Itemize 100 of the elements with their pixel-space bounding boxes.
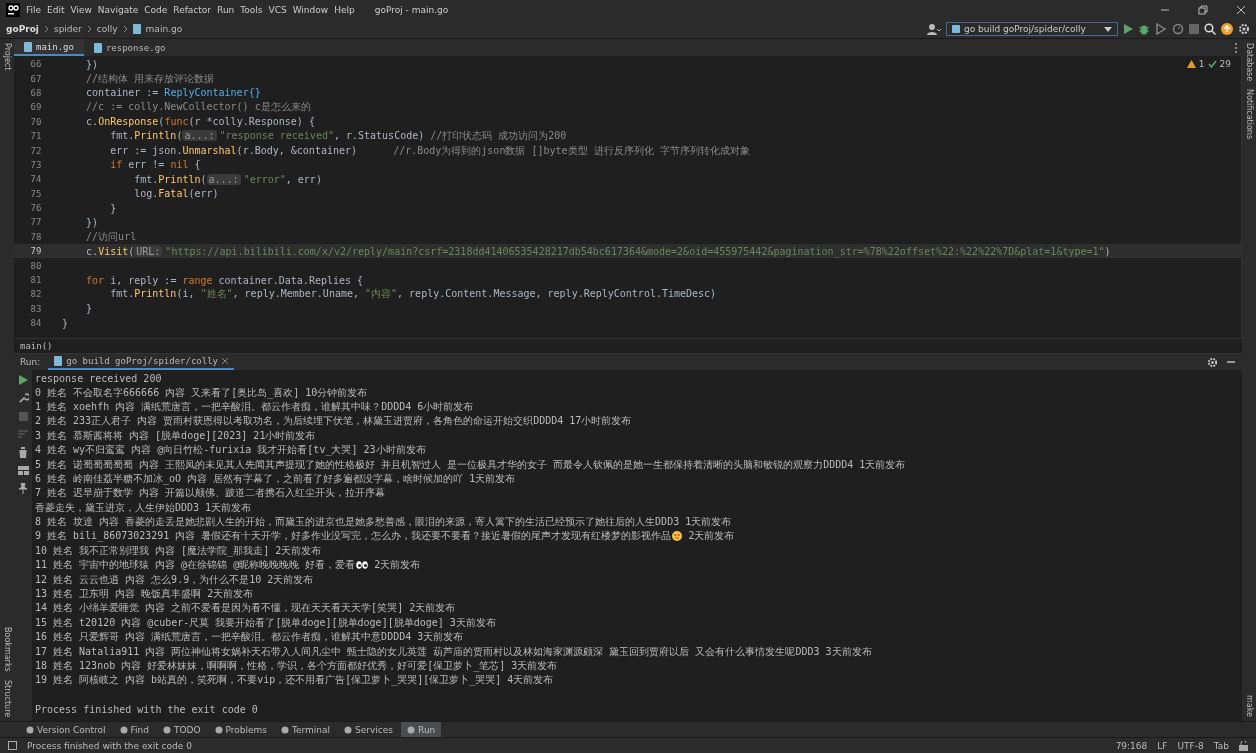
chevron-icon — [122, 25, 128, 33]
code-line: log.Fatal(err) — [133, 188, 219, 200]
tool-icon — [281, 725, 290, 734]
rerun-icon[interactable] — [18, 375, 28, 385]
menu-item[interactable]: Edit — [47, 5, 65, 15]
play-outline-icon[interactable] — [1155, 23, 1167, 35]
check-count[interactable]: 29 — [1219, 59, 1231, 69]
breadcrumb-item[interactable]: spider — [53, 24, 82, 34]
tool-window-button[interactable]: Notifications — [1244, 89, 1254, 140]
console-line: 17 姓名 Natalia911 内容 两位神仙将女娲补天石带入人间凡尘中 甄士隐的女儿英莲 葫芦庙的贾雨村以及林如海家渊源颇深 黛玉回到贾府以后 又会有什么事情发生呢DDD3 3天前发布 — [35, 644, 872, 659]
menu-item[interactable]: Navigate — [97, 5, 139, 15]
console-line: 15 姓名 t20120 内容 @cuber-尺莫 我要开始看了[脱单doge][脱单doge][脱单doge] 3天前发布 — [35, 615, 496, 630]
code-line: }) — [85, 217, 99, 228]
caret-position[interactable]: 79:168 — [1115, 740, 1148, 751]
tool-window-tab[interactable]: Find — [113, 722, 155, 737]
console-line: 6 姓名 岭南佳荔半糖不加冰_oO 内容 居然有字幕了，之前看了好多遍都没字幕，啥时候加的吖 1天前发布 — [35, 471, 516, 486]
editor-tab[interactable]: main.go — [14, 39, 84, 56]
line-number: 79 — [29, 246, 43, 257]
window-title: goProj - main.go — [374, 5, 449, 15]
code-line: } — [61, 317, 69, 329]
wrench-icon[interactable] — [17, 393, 29, 404]
menu-item[interactable]: File — [26, 5, 42, 15]
pin-icon[interactable] — [18, 483, 28, 494]
warning-icon[interactable] — [1186, 60, 1196, 68]
tool-icon — [26, 725, 34, 734]
indent-setting[interactable]: Tab — [1213, 740, 1229, 751]
console-line: 3 姓名 慕斯酱将将 内容 [脱单doge][2023] 21小时前发布 — [35, 428, 316, 443]
menu-item[interactable]: Help — [334, 5, 355, 15]
tool-window-tab[interactable]: Services — [338, 722, 400, 737]
menu-item[interactable]: Run — [217, 5, 235, 15]
menu-item[interactable]: VCS — [268, 5, 287, 15]
line-separator[interactable]: LF — [1157, 740, 1168, 751]
trash-icon[interactable] — [18, 447, 28, 458]
menu-item[interactable]: Refactor — [173, 5, 212, 15]
console-line: 13 姓名 卫东明 内容 晚饭真丰盛啊 2天前发布 — [35, 587, 254, 602]
tool-window-button[interactable]: Structure — [2, 679, 12, 717]
layout-icon[interactable] — [17, 466, 29, 475]
breadcrumb-item[interactable]: colly — [96, 24, 118, 34]
search-icon[interactable] — [1204, 23, 1216, 35]
console-line: 10 姓名 我不正常别理我 内容 [魔法学院_那我走] 2天前发布 — [35, 543, 322, 558]
more-icon[interactable] — [1234, 41, 1238, 54]
build-configuration-tab[interactable]: go build goProj/spider/colly — [48, 354, 234, 370]
close-icon[interactable] — [1236, 5, 1246, 15]
menu-item[interactable]: Window — [292, 5, 329, 15]
clock-icon[interactable] — [1172, 23, 1184, 35]
function-breadcrumb[interactable]: main() — [20, 341, 53, 351]
warning-count[interactable]: 1 — [1198, 59, 1205, 69]
menu-item[interactable]: View — [70, 5, 92, 15]
tool-window-tab[interactable]: Version Control — [20, 722, 112, 737]
tool-window-tab[interactable]: Run — [401, 722, 442, 737]
line-number: 76 — [29, 203, 43, 214]
lock-icon[interactable] — [1239, 740, 1248, 751]
close-icon[interactable] — [222, 358, 228, 364]
line-number: 66 — [29, 59, 43, 70]
check-icon[interactable] — [1207, 60, 1217, 68]
console-line: 16 姓名 只爱辉哥 内容 满纸荒唐言，一把辛酸泪。都云作者痴，谁解其中意DDDD4 3天前发布 — [35, 630, 464, 645]
console-line: 12 姓名 云云也逍 内容 怎么9.9，为什么不是10 2天前发布 — [35, 572, 314, 587]
line-number: 73 — [29, 159, 43, 170]
code-line: //结构体 用来存放评论数据 — [85, 71, 215, 86]
line-number: 68 — [29, 87, 43, 98]
bug-icon[interactable] — [1138, 23, 1150, 35]
menu-item[interactable]: Code — [144, 5, 168, 15]
console-line: 9 姓名 bili_86073023291 内容 暑假还有十天开学，好多作业没写完，怎么办，我还要不要看？接近暑假的尾声才发现有红楼梦的影视作品 — [35, 529, 672, 544]
tool-window-button[interactable]: make — [1244, 695, 1254, 717]
console-line: 2 姓名 233正人君子 内容 贾雨村获恩得以考取功名，为后续埋下伏笔，林黛玉进贾府，各角色的命运开始交织DDDD4 17小时前发布 — [35, 414, 632, 429]
code-line: if err != nil { — [109, 159, 201, 171]
line-number: 74 — [29, 174, 43, 185]
code-line: for i, reply := range container.Data.Replies { — [85, 274, 364, 286]
settings-icon[interactable] — [1207, 356, 1218, 368]
line-number: 70 — [29, 116, 43, 127]
run-icon[interactable] — [1123, 24, 1133, 34]
code-line: } — [85, 303, 93, 315]
tool-window-tab[interactable]: Terminal — [275, 722, 337, 737]
panel-toggle-icon[interactable] — [8, 741, 17, 750]
update-icon[interactable] — [1221, 23, 1233, 35]
code-line: //访问url — [85, 229, 137, 244]
breadcrumb-item[interactable]: goProj — [6, 24, 39, 34]
tool-window-button[interactable]: Database — [1244, 43, 1254, 82]
code-line: fmt.Println( a...: "error", err) — [133, 173, 322, 185]
tool-window-tab[interactable]: TODO — [156, 722, 207, 737]
code-line: err := json.Unmarshal(r.Body, &container) //r.Body为得到的json数据 []byte类型 进行反序列化 字节序列转化成对象 — [109, 143, 750, 158]
settings-icon[interactable] — [1238, 23, 1250, 35]
console-line: 19 姓名 阿核岐之 内容 b站真的，笑死啊，不要vip，还不用看广告[保卫萝卜_哭哭][保卫萝卜_哭哭] 4天前发布 — [35, 673, 554, 688]
tool-window-button[interactable]: Project — [2, 43, 12, 71]
restore-icon[interactable] — [1198, 5, 1208, 15]
console-line: 7 姓名 迟早崩于数学 内容 开篇以颠佛、跛道二者携石入红尘开头，拉开序幕 — [35, 486, 386, 501]
eyes-icon — [356, 561, 369, 570]
breadcrumb-item[interactable]: main.go — [145, 24, 183, 34]
editor-tab[interactable]: response.go — [83, 39, 176, 56]
console-text: 2天前发布 — [373, 558, 421, 573]
user-icon[interactable] — [927, 23, 941, 35]
run-configuration-dropdown[interactable]: go build goProj/spider/colly — [946, 22, 1118, 36]
line-number: 69 — [29, 102, 43, 113]
console-line: 5 姓名 诺蜀蜀蜀蜀蜀 内容 王熙凤的未见其人先闻其声提现了她的性格极好 并且机智过人 是一位极具才华的女子 而最令人钦佩的是她一生都保持着清晰的头脑和敏锐的观察力DDDD4 1天前发布 — [35, 457, 906, 472]
console-text: 2天前发布 — [687, 529, 735, 544]
menu-item[interactable]: Tools — [240, 5, 263, 15]
tool-window-tab[interactable]: Problems — [208, 722, 274, 737]
tool-window-button[interactable]: Bookmarks — [2, 627, 12, 672]
file-encoding[interactable]: UTF-8 — [1177, 740, 1204, 751]
line-number: 81 — [29, 275, 43, 286]
